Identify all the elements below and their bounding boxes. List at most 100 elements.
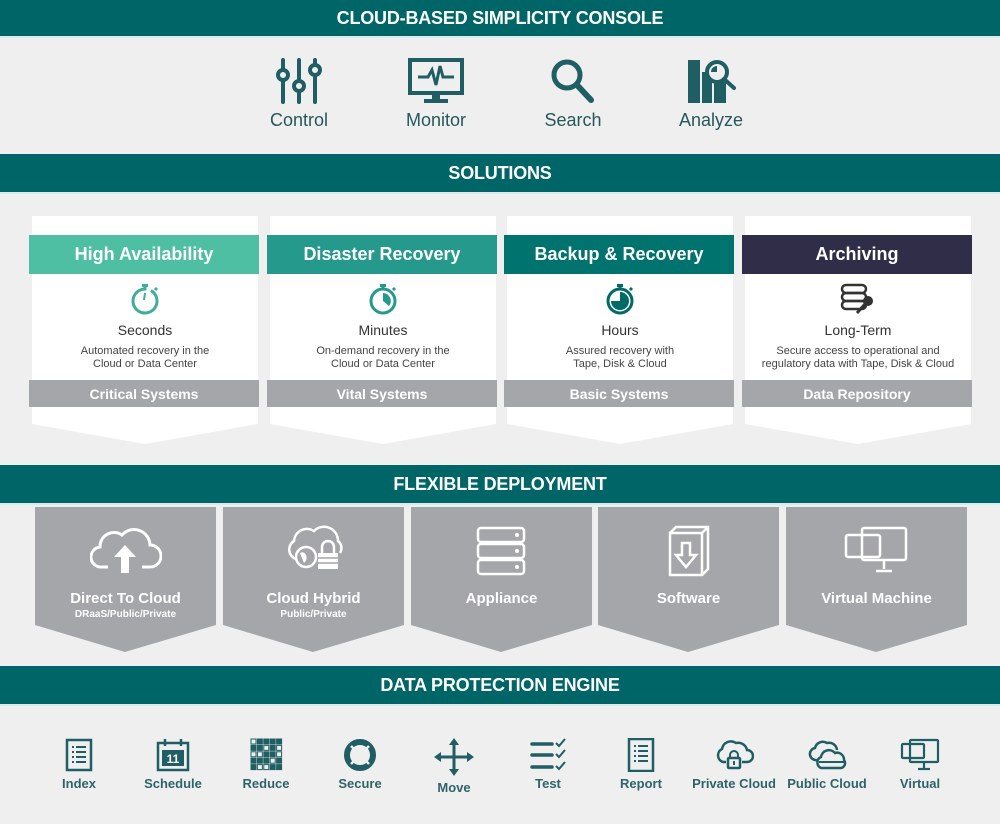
solution-metric: Long-Term xyxy=(824,322,892,338)
stopwatch-minutes-icon xyxy=(369,284,397,315)
grid-cell xyxy=(250,738,257,745)
virtual-icon xyxy=(900,738,940,771)
grid-cell xyxy=(276,757,283,764)
console-label: Analyze xyxy=(678,110,744,130)
grid-cell xyxy=(269,764,276,771)
solution-card-disaster-recovery[interactable]: Disaster Recovery Minutes On-demand reco… xyxy=(267,216,497,444)
solution-metric: Hours xyxy=(601,322,639,338)
monitor-pulse-icon xyxy=(408,58,464,103)
grid-cell xyxy=(250,744,257,751)
cloud-globe-lock-icon xyxy=(287,525,343,569)
deployment-banner: FLEXIBLE DEPLOYMENT xyxy=(0,465,1000,505)
deployment-item-appliance[interactable]: Appliance xyxy=(411,507,592,652)
deployment-label: Virtual Machine xyxy=(821,590,932,607)
console-label: Monitor xyxy=(405,110,467,130)
engine-label: Report xyxy=(620,776,662,791)
deployment-item-direct-to-cloud[interactable]: Direct To Cloud DRaaS/Public/Private xyxy=(35,507,216,652)
solution-metric: Seconds xyxy=(117,322,173,338)
calendar-icon: 11 xyxy=(156,739,190,772)
grid-cell xyxy=(263,738,270,745)
console-label: Control xyxy=(269,110,329,130)
engine-title: DATA PROTECTION ENGINE xyxy=(380,674,620,695)
solution-heading: Backup & Recovery xyxy=(504,235,734,274)
stopwatch-hours-icon xyxy=(606,284,634,315)
description-line: Cloud or Data Center xyxy=(331,358,435,370)
engine-banner: DATA PROTECTION ENGINE xyxy=(0,666,1000,706)
solution-description: Assured recovery with Tape, Disk & Cloud xyxy=(507,345,733,371)
engine-item-secure[interactable]: Secure xyxy=(312,738,408,791)
console-item-search[interactable]: Search xyxy=(513,58,633,131)
solution-footer: Critical Systems xyxy=(29,380,259,407)
description-line: Tape, Disk & Cloud xyxy=(573,358,667,370)
solution-metric: Minutes xyxy=(358,322,408,338)
software-box-icon xyxy=(668,525,709,577)
description-line: Cloud or Data Center xyxy=(93,358,197,370)
engine-label: Virtual xyxy=(899,776,941,791)
engine-label: Public Cloud xyxy=(787,776,867,791)
engine-label: Reduce xyxy=(242,776,290,791)
grid-cell xyxy=(263,764,270,771)
solution-card-archiving[interactable]: Archiving Long-Term Secure access to ope… xyxy=(742,216,972,444)
engine-item-virtual[interactable]: Virtual xyxy=(872,738,968,791)
engine-label: Secure xyxy=(338,776,382,791)
description-line: Assured recovery with xyxy=(565,345,675,357)
solution-footer: Data Repository xyxy=(742,380,972,407)
checklist-icon xyxy=(530,738,566,771)
solution-description: Automated recovery in the Cloud or Data … xyxy=(32,345,258,371)
engine-item-reduce[interactable]: Reduce xyxy=(218,738,314,791)
description-line: On-demand recovery in the xyxy=(316,345,450,357)
grid-cell xyxy=(276,738,283,745)
console-section: Control Monitor Search Analyze xyxy=(0,58,1000,138)
solutions-banner: SOLUTIONS xyxy=(0,154,1000,194)
console-title: CLOUD-BASED SIMPLICITY CONSOLE xyxy=(336,7,664,28)
deployment-label: Appliance xyxy=(465,590,538,607)
chart-magnifier-icon xyxy=(688,60,736,103)
engine-item-report[interactable]: Report xyxy=(593,738,689,791)
engine-item-test[interactable]: Test xyxy=(500,738,596,791)
magnifier-icon xyxy=(551,59,594,103)
console-banner: CLOUD-BASED SIMPLICITY CONSOLE xyxy=(0,0,1000,38)
grid-cell xyxy=(269,751,276,758)
grid-cell xyxy=(276,764,283,771)
deployment-label: Direct To Cloud xyxy=(70,590,181,607)
grid-cell xyxy=(250,751,257,758)
grid-cell xyxy=(250,757,257,764)
stopwatch-seconds-icon xyxy=(131,284,159,315)
engine-item-index[interactable]: Index xyxy=(31,738,127,791)
grid-cell xyxy=(256,764,263,771)
console-item-analyze[interactable]: Analyze xyxy=(651,58,771,131)
deployment-item-virtual-machine[interactable]: Virtual Machine xyxy=(786,507,967,652)
console-label: Search xyxy=(544,110,602,130)
grid-cell xyxy=(256,751,263,758)
engine-item-move[interactable]: Move xyxy=(406,738,502,795)
deployment-item-software[interactable]: Software xyxy=(598,507,779,652)
console-item-monitor[interactable]: Monitor xyxy=(376,58,496,131)
engine-item-private-cloud[interactable]: Private Cloud xyxy=(686,738,782,791)
database-key-icon xyxy=(840,283,873,314)
report-icon xyxy=(627,738,655,772)
grid-cell xyxy=(256,738,263,745)
deployment-sublabel: DRaaS/Public/Private xyxy=(74,609,177,620)
deployment-label: Software xyxy=(656,590,721,607)
grid-cell xyxy=(256,744,263,751)
engine-label: Move xyxy=(437,780,471,795)
svg-text:11: 11 xyxy=(167,752,180,766)
solution-card-high-availability[interactable]: High Availability Seconds Automated reco… xyxy=(29,216,259,444)
solution-card-backup-recovery[interactable]: Backup & Recovery Hours Assured recovery… xyxy=(504,216,734,444)
engine-label: Private Cloud xyxy=(692,776,776,791)
engine-item-schedule[interactable]: 11 Schedule xyxy=(125,738,221,791)
console-item-control[interactable]: Control xyxy=(239,58,359,131)
document-list-icon xyxy=(65,738,93,772)
engine-item-public-cloud[interactable]: Public Cloud xyxy=(779,738,875,791)
cloud-lock-icon xyxy=(716,740,754,770)
solution-description: Secure access to operational and regulat… xyxy=(745,345,971,371)
grid-cell xyxy=(276,751,283,758)
deployment-item-cloud-hybrid[interactable]: Cloud Hybrid Public/Private xyxy=(223,507,404,652)
description-line: regulatory data with Tape, Disk & Cloud xyxy=(761,358,955,370)
grid-cell xyxy=(276,744,283,751)
grid-cell xyxy=(263,757,270,764)
cloud-upload-icon xyxy=(89,528,162,573)
engine-label: Schedule xyxy=(144,776,202,791)
sliders-icon xyxy=(276,58,322,104)
virtual-monitors-icon xyxy=(844,526,907,573)
